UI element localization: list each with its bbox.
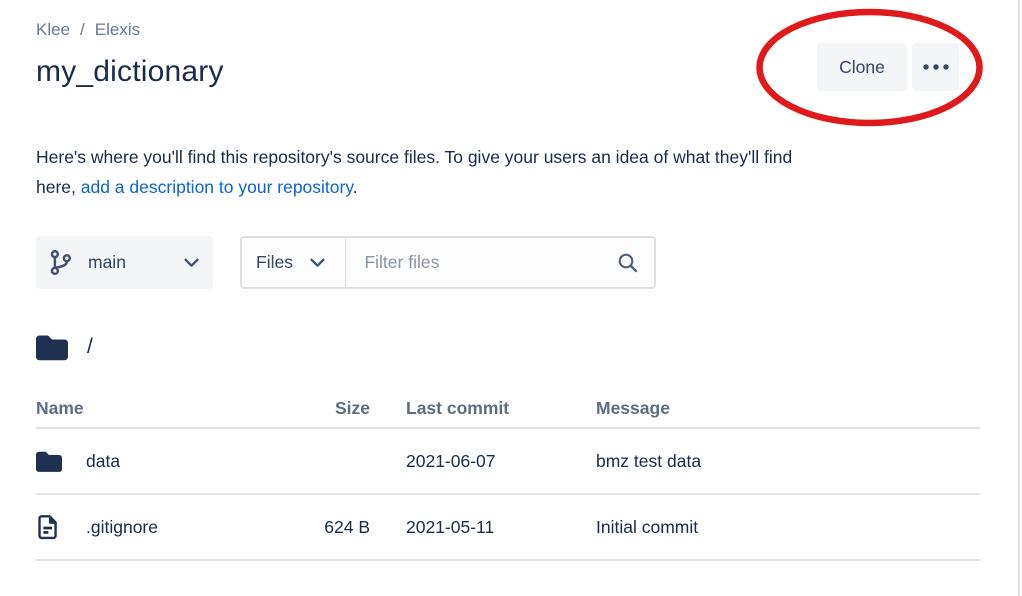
table-row-gitignore[interactable]: .gitignore 624 B 2021-05-11 Initial comm… bbox=[36, 495, 980, 561]
chevron-down-icon bbox=[184, 258, 199, 268]
table-row-data-folder[interactable]: data 2021-06-07 bmz test data bbox=[36, 429, 980, 495]
description-line2-prefix: here, bbox=[36, 177, 81, 197]
filter-files-input[interactable] bbox=[346, 252, 617, 273]
breadcrumb-repo-link[interactable]: Elexis bbox=[95, 20, 140, 40]
search-icon bbox=[617, 252, 654, 273]
git-branch-icon bbox=[48, 249, 73, 276]
clone-button[interactable]: Clone bbox=[817, 43, 907, 91]
scrollbar-track[interactable] bbox=[1018, 0, 1020, 596]
commit-message: bmz test data bbox=[596, 451, 980, 472]
repository-source-page: Klee / Elexis my_dictionary Here's where… bbox=[0, 0, 1022, 596]
folder-icon bbox=[36, 334, 68, 361]
last-commit-date: 2021-06-07 bbox=[406, 451, 560, 472]
file-icon bbox=[36, 513, 62, 541]
repo-actions: Clone bbox=[817, 43, 959, 91]
current-path-bar: / bbox=[36, 331, 980, 363]
file-name[interactable]: .gitignore bbox=[86, 517, 158, 538]
description-line1: Here's where you'll find this repository… bbox=[36, 147, 792, 167]
files-dropdown-label: Files bbox=[256, 252, 293, 273]
add-description-link[interactable]: add a description to your repository bbox=[81, 177, 353, 197]
file-name[interactable]: data bbox=[86, 451, 120, 472]
breadcrumb-separator: / bbox=[80, 20, 85, 40]
branch-selector[interactable]: main bbox=[36, 236, 213, 289]
file-filter-group: Files bbox=[240, 236, 656, 289]
files-dropdown[interactable]: Files bbox=[242, 238, 345, 287]
last-commit-date: 2021-05-11 bbox=[406, 517, 560, 538]
chevron-down-icon bbox=[310, 258, 325, 268]
ellipsis-icon bbox=[923, 64, 949, 70]
column-header-message: Message bbox=[596, 398, 980, 419]
file-table-header: Name Size Last commit Message bbox=[36, 389, 980, 429]
breadcrumb: Klee / Elexis bbox=[36, 18, 980, 42]
branch-selector-label: main bbox=[88, 252, 169, 273]
repo-description: Here's where you'll find this repository… bbox=[36, 142, 976, 202]
current-path-label[interactable]: / bbox=[87, 335, 93, 359]
commit-message: Initial commit bbox=[596, 517, 980, 538]
more-actions-button[interactable] bbox=[912, 43, 959, 91]
file-table: Name Size Last commit Message data 2021-… bbox=[36, 389, 980, 561]
file-size: 624 B bbox=[282, 517, 370, 538]
folder-icon bbox=[36, 450, 62, 473]
breadcrumb-project-link[interactable]: Klee bbox=[36, 20, 70, 40]
column-header-last-commit: Last commit bbox=[406, 398, 560, 419]
column-header-name: Name bbox=[36, 398, 246, 419]
column-header-size: Size bbox=[282, 398, 370, 419]
source-controls: main Files bbox=[36, 236, 980, 289]
description-suffix: . bbox=[353, 177, 358, 197]
